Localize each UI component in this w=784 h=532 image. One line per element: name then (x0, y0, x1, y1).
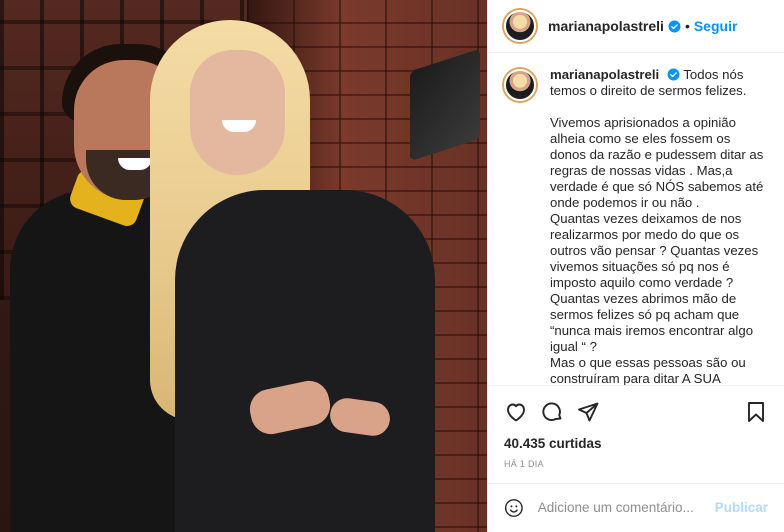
verified-icon (667, 68, 680, 81)
comment-bar: Publicar (488, 482, 784, 532)
caption-text: marianapolastreli Todos nós temos o dire… (550, 67, 768, 385)
share-icon[interactable] (576, 400, 600, 424)
instagram-post: marianapolastreli • Seguir marianapolast… (0, 0, 784, 532)
caption-row: marianapolastreli Todos nós temos o dire… (504, 67, 768, 385)
post-photo[interactable] (0, 0, 487, 532)
post-actions: 40.435 curtidas HÁ 1 DIA (488, 384, 784, 483)
caption-area[interactable]: marianapolastreli Todos nós temos o dire… (488, 53, 784, 385)
caption-body: Vivemos aprisionados a opinião alheia co… (550, 115, 764, 385)
emoji-icon[interactable] (504, 496, 524, 520)
post-header: marianapolastreli • Seguir (488, 0, 784, 54)
publish-button[interactable]: Publicar (715, 500, 768, 515)
action-icons (504, 398, 768, 426)
comment-input[interactable] (537, 500, 715, 516)
caption-username[interactable]: marianapolastreli (550, 67, 659, 82)
woman-face (190, 50, 285, 175)
header-username[interactable]: marianapolastreli (548, 18, 664, 34)
post-time[interactable]: HÁ 1 DIA (504, 459, 768, 469)
likes-count[interactable]: 40.435 curtidas (504, 436, 768, 451)
heart-icon[interactable] (504, 400, 528, 424)
verified-icon (668, 20, 681, 32)
separator-dot: • (684, 18, 690, 34)
avatar[interactable] (504, 10, 536, 42)
follow-button[interactable]: Seguir (694, 18, 738, 34)
bookmark-icon[interactable] (744, 400, 768, 424)
comment-icon[interactable] (540, 400, 564, 424)
woman-figure (175, 190, 435, 532)
caption-avatar[interactable] (504, 69, 536, 102)
post-sidebar: marianapolastreli • Seguir marianapolast… (487, 0, 784, 532)
